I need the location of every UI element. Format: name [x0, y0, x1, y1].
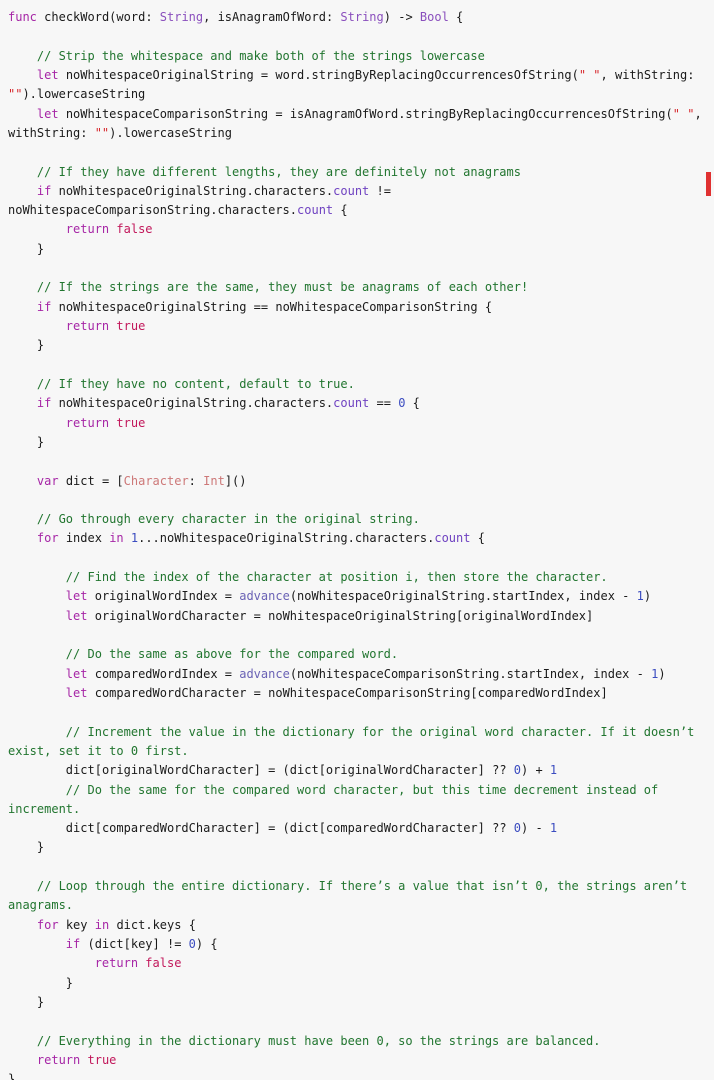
code-line: return true: [65, 319, 146, 333]
code-line: }: [8, 840, 45, 855]
code-line: }: [8, 338, 45, 353]
code-line: [8, 452, 712, 471]
code-line: }: [8, 975, 74, 990]
code-line: for key in dict.keys {: [36, 917, 196, 932]
code-line: // If the strings are the same, they mus…: [36, 280, 529, 295]
code-line: [8, 27, 712, 46]
code-line: }: [8, 241, 45, 256]
code-line: var dict = [Character: Int](): [36, 473, 247, 488]
code-line: }: [8, 994, 45, 1009]
code-line: let noWhitespaceComparisonString = isAna…: [8, 106, 709, 140]
code-line: let originalWordIndex = advance(noWhites…: [65, 589, 652, 604]
code-line: // Go through every character in the ori…: [36, 512, 420, 527]
code-line: return false: [65, 222, 153, 237]
text-cursor: [706, 172, 711, 196]
code-line: if noWhitespaceOriginalString.characters…: [8, 183, 399, 218]
code-line: if noWhitespaceOriginalString.characters…: [36, 396, 420, 411]
code-line: // Increment the value in the dictionary…: [8, 724, 702, 758]
code-line: [8, 143, 712, 162]
code-line: }: [8, 434, 45, 449]
code-line: let comparedWordIndex = advance(noWhites…: [65, 666, 666, 681]
code-line: if noWhitespaceOriginalString == noWhite…: [36, 299, 493, 314]
code-line: // Loop through the entire dictionary. I…: [8, 879, 695, 913]
code-line: return true: [65, 415, 146, 430]
code-line: [8, 1012, 712, 1031]
code-line: [8, 626, 712, 645]
code-line: // If they have no content, default to t…: [36, 376, 355, 391]
code-line: [8, 259, 712, 278]
code-line: [8, 703, 712, 722]
code-line: [8, 491, 712, 510]
code-line: // Everything in the dictionary must hav…: [36, 1033, 601, 1048]
code-line: // Strip the whitespace and make both of…: [36, 48, 485, 63]
code-line: // Do the same for the compared word cha…: [8, 782, 666, 816]
code-line: // If they have different lengths, they …: [36, 164, 521, 179]
code-line: [8, 356, 712, 375]
code-line: for index in 1...noWhitespaceOriginalStr…: [36, 531, 485, 546]
code-line: // Find the index of the character at po…: [65, 570, 608, 585]
code-line: if (dict[key] != 0) {: [65, 937, 218, 951]
code-line: return false: [94, 956, 182, 971]
code-line: // Do the same as above for the compared…: [65, 647, 399, 662]
code-line: [8, 549, 712, 568]
code-line: }: [8, 1072, 16, 1080]
code-line: let originalWordCharacter = noWhitespace…: [65, 608, 594, 623]
code-line: let noWhitespaceOriginalString = word.st…: [8, 67, 702, 102]
code-line: dict[comparedWordCharacter] = (dict[comp…: [65, 821, 558, 836]
code-line: return true: [36, 1052, 117, 1067]
code-line: [8, 858, 712, 877]
code-block[interactable]: func checkWord(word: String, isAnagramOf…: [0, 0, 714, 1080]
code-line: dict[originalWordCharacter] = (dict[orig…: [65, 763, 558, 778]
code-viewer: func checkWord(word: String, isAnagramOf…: [0, 0, 714, 1080]
code-line: func checkWord(word: String, isAnagramOf…: [8, 10, 464, 24]
code-line: let comparedWordCharacter = noWhitespace…: [65, 685, 608, 700]
